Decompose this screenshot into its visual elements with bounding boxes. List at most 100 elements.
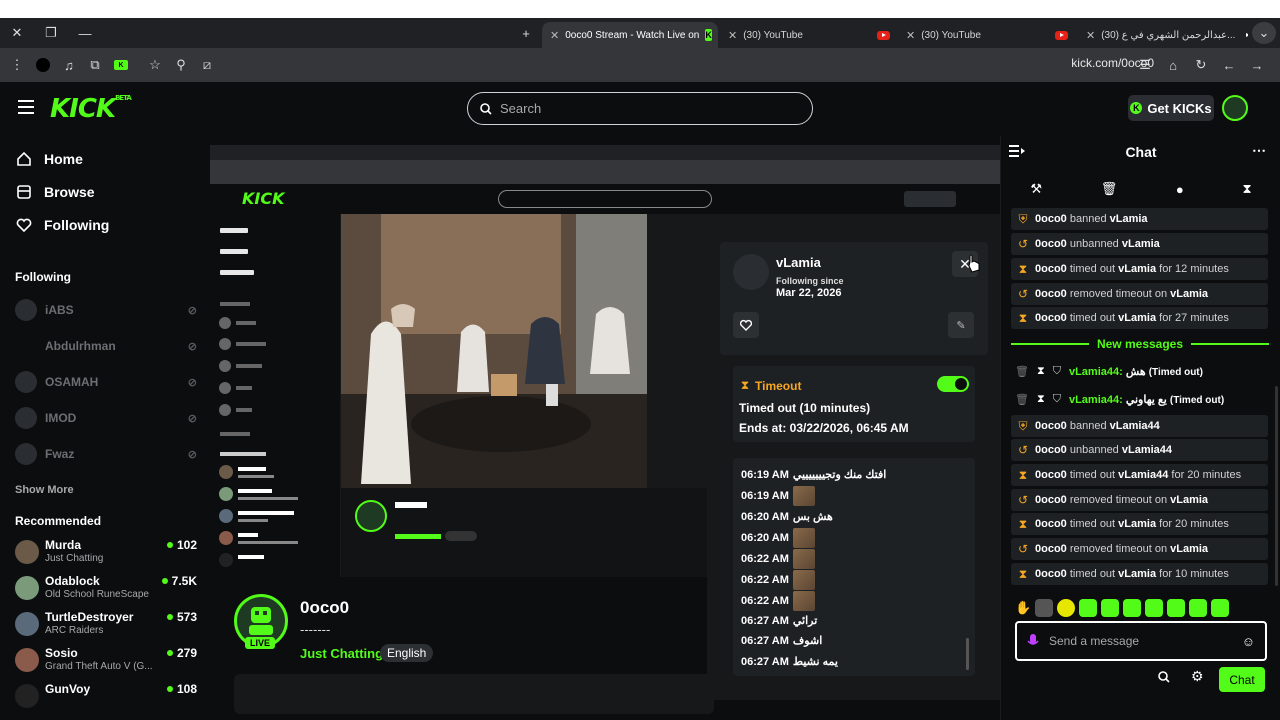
mod-target[interactable]: vLamia (1122, 238, 1160, 250)
channel-name[interactable]: 0oco0 (300, 598, 349, 618)
chat-input[interactable]: Send a message ☺ (1015, 621, 1267, 661)
kick-extension-icon[interactable]: K (108, 52, 134, 78)
tab-search-icon[interactable]: ⌄ (1252, 22, 1276, 44)
emote-icon[interactable] (1123, 599, 1142, 617)
emote-icon[interactable] (1079, 599, 1098, 617)
zoom-icon[interactable]: ⚲ (168, 52, 194, 78)
kick-logo[interactable]: KICKBETA (50, 94, 132, 124)
home-browser-icon[interactable]: ⌂ (1160, 52, 1186, 78)
following-item[interactable]: Fwaz ⊘ (15, 442, 197, 466)
close-icon[interactable]: ✕ (728, 29, 737, 42)
stream-tag[interactable]: English (380, 644, 434, 662)
emote-icon[interactable] (1211, 599, 1230, 617)
following-item[interactable]: OSAMAH ⊘ (15, 370, 197, 394)
get-kicks-button[interactable]: K Get KICKs (1128, 95, 1214, 121)
stream-category[interactable]: Just Chatting (300, 646, 383, 661)
emote-icon[interactable] (1145, 599, 1164, 617)
chat-message[interactable]: 🗑 ⧗ ⛉ vLamia44: هش (Timed out) (1015, 360, 1269, 382)
translate-icon[interactable]: ⧄ (194, 52, 220, 78)
chat-scrollbar[interactable] (1275, 386, 1278, 586)
nav-home[interactable]: Home (16, 151, 83, 167)
mod-target[interactable]: vLamia (1170, 494, 1208, 506)
emoji-icon[interactable]: ☺ (1242, 634, 1255, 649)
close-window-icon[interactable]: ✕ (0, 18, 34, 48)
chat-options-icon[interactable]: ⋯ (1252, 142, 1266, 159)
mute-user-button[interactable]: ✎ (948, 312, 974, 338)
mod-actor[interactable]: 0oco0 (1035, 238, 1067, 250)
settings-gear-icon[interactable]: ⚙ (1191, 668, 1204, 685)
delete-message-icon[interactable]: 🗑 (1015, 393, 1029, 406)
recommended-item[interactable]: GunVoy 108 (15, 682, 197, 712)
mod-actor[interactable]: 0oco0 (1035, 518, 1067, 530)
mod-actor[interactable]: 0oco0 (1035, 444, 1067, 456)
recommended-item[interactable]: Murda Just Chatting 102 (15, 538, 197, 568)
chat-message[interactable]: 🗑 ⧗ ⛉ vLamia44: يع يهاوني (Timed out) (1015, 388, 1269, 410)
back-icon[interactable]: → (1244, 52, 1270, 78)
send-chat-button[interactable]: Chat (1219, 667, 1265, 692)
emote-icon[interactable] (1057, 599, 1076, 617)
reload-icon[interactable]: ↻ (1188, 52, 1214, 78)
trash-icon[interactable]: 🗑 (1101, 181, 1118, 197)
mod-target[interactable]: vLamia (1118, 312, 1156, 324)
profile-icon[interactable] (30, 52, 56, 78)
show-more-link[interactable]: Show More (15, 484, 74, 496)
emote-icon[interactable] (1035, 599, 1054, 617)
tab-youtube-3[interactable]: ✕ (30) عبدالرحمن الشهري في ع... (1078, 22, 1248, 48)
nav-following[interactable]: Following (16, 217, 109, 233)
mod-actor[interactable]: 0oco0 (1035, 213, 1067, 225)
address-bar[interactable]: kick.com/0oco0 (1071, 56, 1154, 70)
mod-target[interactable]: vLamia (1170, 288, 1208, 300)
chat-bubble-icon[interactable]: ● (1176, 182, 1184, 197)
mod-target[interactable]: vLamia44 (1118, 469, 1168, 481)
tab-kick[interactable]: ✕ 0oco0 Stream - Watch Live on K (542, 22, 718, 48)
recommended-item[interactable]: Sosio Grand Theft Auto V (G... 279 (15, 646, 197, 676)
tab-youtube-1[interactable]: ✕ (30) YouTube (720, 22, 898, 48)
mod-actor[interactable]: 0oco0 (1035, 543, 1067, 555)
recommended-item[interactable]: TurtleDestroyer ARC Raiders 573 (15, 610, 197, 640)
follow-button[interactable] (733, 312, 759, 338)
following-item[interactable]: Abdulrhman ⊘ (15, 334, 197, 358)
menu-dots-icon[interactable]: ⋮ (4, 52, 30, 78)
delete-message-icon[interactable]: 🗑 (1015, 365, 1029, 378)
forward-icon[interactable]: ← (1216, 52, 1242, 78)
chat-username[interactable]: vLamia44: (1069, 394, 1123, 406)
extensions-icon[interactable]: ⧉ (82, 52, 108, 78)
mod-actor[interactable]: 0oco0 (1035, 312, 1067, 324)
mod-target[interactable]: vLamia (1118, 518, 1156, 530)
close-icon[interactable]: ✕ (906, 29, 915, 42)
user-avatar[interactable] (1222, 95, 1248, 121)
emote-icon[interactable] (1167, 599, 1186, 617)
mod-target[interactable]: vLamia (1170, 543, 1208, 555)
stream-video-frame[interactable] (341, 214, 647, 488)
close-icon[interactable]: ✕ (1086, 29, 1095, 42)
recommended-item[interactable]: Odablock Old School RuneScape 7.5K (15, 574, 197, 604)
search-input[interactable]: Search (467, 92, 813, 125)
mod-actor[interactable]: 0oco0 (1035, 469, 1067, 481)
mod-actor[interactable]: 0oco0 (1035, 568, 1067, 580)
minimize-window-icon[interactable]: — (68, 18, 102, 48)
hammer-icon[interactable]: ⚒ (1030, 181, 1042, 197)
hourglass-icon[interactable]: ⧗ (1037, 393, 1045, 406)
media-icon[interactable]: ♫ (56, 52, 82, 78)
mod-actor[interactable]: 0oco0 (1035, 420, 1067, 432)
search-icon[interactable] (1158, 671, 1170, 683)
following-item[interactable]: IMOD ⊘ (15, 406, 197, 430)
pepe-hands-emote-icon[interactable]: ✋ (1015, 600, 1031, 616)
mod-actor[interactable]: 0oco0 (1035, 263, 1067, 275)
mod-target[interactable]: vLamia44 (1110, 420, 1160, 432)
mod-target[interactable]: vLamia (1110, 213, 1148, 225)
mod-target[interactable]: vLamia44 (1122, 444, 1172, 456)
chat-username[interactable]: vLamia44: (1069, 366, 1123, 378)
restore-window-icon[interactable]: ❐ (34, 18, 68, 48)
mod-actor[interactable]: 0oco0 (1035, 288, 1067, 300)
nav-browse[interactable]: Browse (16, 184, 95, 200)
timeout-toggle[interactable] (937, 376, 969, 392)
hamburger-menu-icon[interactable] (18, 100, 34, 114)
mod-actor[interactable]: 0oco0 (1035, 494, 1067, 506)
popup-username[interactable]: vLamia (776, 255, 821, 270)
microphone-icon[interactable] (1027, 633, 1039, 649)
bookmark-star-icon[interactable]: ☆ (142, 52, 168, 78)
following-item[interactable]: iABS ⊘ (15, 298, 197, 322)
new-tab-button[interactable]: + (509, 18, 543, 48)
mod-target[interactable]: vLamia (1118, 568, 1156, 580)
